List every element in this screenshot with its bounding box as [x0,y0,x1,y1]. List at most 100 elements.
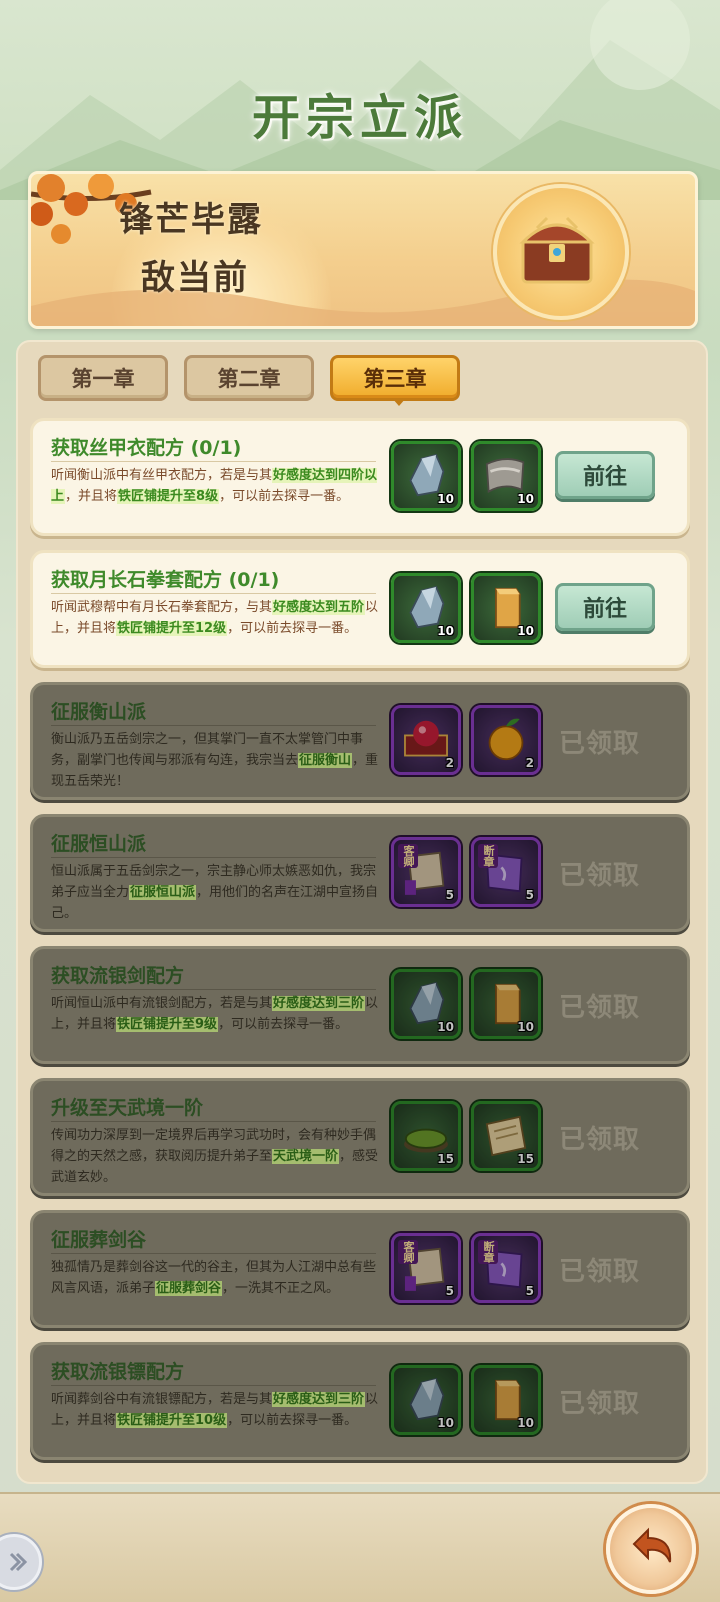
reward-count: 5 [445,888,454,902]
quest-requirement-highlight: 好感度达到三阶 [272,996,366,1011]
claimed-status: 已领取 [559,1257,641,1287]
reward-item[interactable]: 10 [471,441,541,511]
reward-count: 15 [517,1152,534,1166]
quest-card: 获取流银镖配方听闻葬剑谷中有流银镖配方，若是与其好感度达到三阶以上，并且将铁匠铺… [30,1342,690,1460]
claimed-status: 已领取 [559,729,641,759]
banner-line-2: 敌当前 [141,258,249,298]
reward-item[interactable]: 10 [471,573,541,643]
quest-divider [51,857,376,858]
treasure-chest-icon[interactable] [493,184,629,320]
reward-item[interactable]: 断章 5 [471,837,541,907]
quest-description: 听闻衡山派中有丝甲衣配方，若是与其好感度达到四阶以上，并且将铁匠铺提升至8级，可… [51,465,386,507]
quest-divider [51,989,376,990]
quest-card: 征服衡山派 衡山派乃五岳剑宗之一，但其掌门一直不太掌管门中事务，副掌门也传闻与邪派… [30,682,690,800]
reward-item[interactable]: 2 [471,705,541,775]
claimed-status: 已领取 [559,1125,641,1155]
reward-count: 10 [517,1416,534,1430]
reward-count: 10 [517,624,534,638]
quest-requirement-highlight: 铁匠铺提升至8级 [117,489,220,504]
quest-divider [51,725,376,726]
reward-item[interactable]: 10 [391,441,461,511]
quest-description-text: ，可以前去探寻一番。 [227,1413,358,1428]
page-title: 开宗立派 [251,90,468,146]
quest-title: 升级至天武境一阶 [51,1097,204,1119]
back-arrow-icon [632,1527,672,1563]
quest-card: 获取月长石拳套配方 (0/1) 听闻武穆帮中有月长石拳套配方，与其好感度达到五阶以… [30,550,690,668]
reward-count: 2 [525,756,534,770]
quest-card: 征服恒山派 恒山派属于五岳剑宗之一，宗主静心师太嫉恶如仇，我宗弟子应当全力征服恒山… [30,814,690,932]
reward-count: 10 [517,1020,534,1034]
reward-count: 10 [437,1416,454,1430]
reward-count: 10 [437,624,454,638]
quest-description: 衡山派乃五岳剑宗之一，但其掌门一直不太掌管门中事务，副掌门也传闻与邪派有勾连，我… [51,729,386,792]
quest-description-text: ，可以前去探寻一番。 [227,621,358,636]
tab-chapter-1[interactable]: 第一章 [38,355,168,401]
quest-card: 获取丝甲衣配方 (0/1) 听闻衡山派中有丝甲衣配方，若是与其好感度达到四阶以上，… [30,418,690,536]
claimed-status: 已领取 [559,861,641,891]
quest-title: 获取流银镖配方 [51,1361,185,1383]
tab-chapter-2[interactable]: 第二章 [184,355,314,401]
reward-item[interactable]: 10 [391,1365,461,1435]
quest-divider [51,593,376,594]
quest-title: 获取月长石拳套配方 (0/1) [51,569,280,591]
quest-requirement-highlight: 铁匠铺提升至9级 [116,1017,219,1032]
go-button[interactable]: 前往 [555,451,655,499]
reward-count: 5 [445,1284,454,1298]
quest-description: 传闻功力深厚到一定境界后再学习武功时，会有种妙手偶得之的天然之感，获取阅历提升弟… [51,1125,386,1188]
quest-description-text: 听闻恒山派中有流银剑配方，若是与其 [51,996,273,1011]
quest-description: 恒山派属于五岳剑宗之一，宗主静心师太嫉恶如仇，我宗弟子应当全力征服恒山派，用他们… [51,861,386,924]
active-tab-pointer [392,398,406,406]
quest-requirement-highlight: 好感度达到五阶 [272,600,366,615]
quest-title: 获取丝甲衣配方 (0/1) [51,437,242,459]
quest-description: 听闻葬剑谷中有流银镖配方，若是与其好感度达到三阶以上，并且将铁匠铺提升至10级，… [51,1389,386,1431]
reward-tag: 客卿 [398,1240,418,1264]
claimed-status: 已领取 [559,993,641,1023]
quest-requirement-highlight: 铁匠铺提升至12级 [116,621,228,636]
reward-count: 2 [445,756,454,770]
quest-requirement-highlight: 天武境一阶 [272,1149,340,1164]
claimed-status: 已领取 [559,1389,641,1419]
reward-count: 10 [437,1020,454,1034]
reward-item[interactable]: 断章 5 [471,1233,541,1303]
reward-item[interactable]: 2 [391,705,461,775]
quest-title: 征服葬剑谷 [51,1229,147,1251]
reward-item[interactable]: 10 [391,573,461,643]
double-chevron-icon[interactable] [0,1534,42,1590]
quest-requirement-highlight: 征服衡山 [298,753,353,768]
quest-requirement-highlight: 铁匠铺提升至10级 [116,1413,228,1428]
quest-description: 听闻恒山派中有流银剑配方，若是与其好感度达到三阶以上，并且将铁匠铺提升至9级，可… [51,993,386,1035]
quest-description-text: ，可以前去探寻一番。 [219,489,350,504]
quest-description-text: ，一洗其不正之风。 [222,1281,340,1296]
reward-count: 10 [437,492,454,506]
quest-divider [51,461,376,462]
reward-item[interactable]: 15 [471,1101,541,1171]
quest-title: 征服恒山派 [51,833,147,855]
reward-count: 10 [517,492,534,506]
quest-requirement-highlight: 征服葬剑谷 [155,1281,223,1296]
quest-description: 独孤情乃是葬剑谷这一代的谷主，但其为人江湖中总有些风言风语，派弟子征服葬剑谷，一… [51,1257,386,1299]
quest-divider [51,1253,376,1254]
quest-card: 获取流银剑配方 听闻恒山派中有流银剑配方，若是与其好感度达到三阶以上，并且将铁匠铺… [30,946,690,1064]
reward-item[interactable]: 10 [471,1365,541,1435]
back-button[interactable] [606,1504,696,1594]
reward-count: 5 [525,1284,534,1298]
quest-card: 升级至天武境一阶传闻功力深厚到一定境界后再学习武功时，会有种妙手偶得之的天然之感… [30,1078,690,1196]
quest-description-text: 听闻葬剑谷中有流银镖配方，若是与其 [51,1392,273,1407]
reward-tag: 断章 [478,844,498,868]
reward-item[interactable]: 客卿 5 [391,1233,461,1303]
quest-requirement-highlight: 征服恒山派 [129,885,197,900]
reward-item[interactable]: 10 [391,969,461,1039]
quest-description-text: ，可以前去探寻一番。 [218,1017,349,1032]
banner-line-1: 锋芒毕露 [119,200,263,240]
reward-tag: 断章 [478,1240,498,1264]
quest-description-text: ，并且将 [65,489,118,504]
tab-chapter-3[interactable]: 第三章 [330,355,460,401]
quest-description-text: 听闻武穆帮中有月长石拳套配方，与其 [51,600,273,615]
go-button[interactable]: 前往 [555,583,655,631]
reward-item[interactable]: 15 [391,1101,461,1171]
quest-divider [51,1121,376,1122]
quest-divider [51,1385,376,1386]
reward-item[interactable]: 10 [471,969,541,1039]
reward-item[interactable]: 客卿 5 [391,837,461,907]
reward-count: 15 [437,1152,454,1166]
